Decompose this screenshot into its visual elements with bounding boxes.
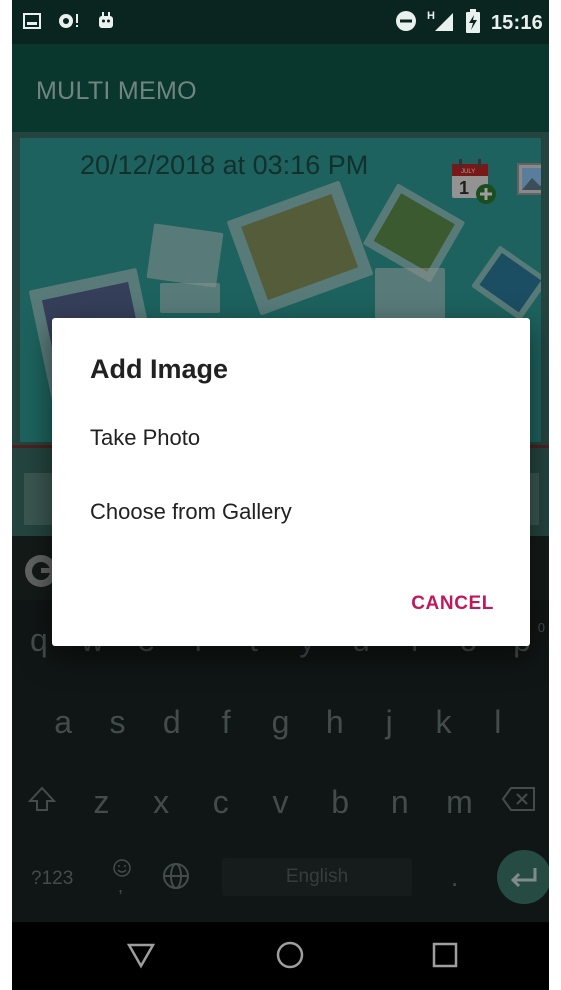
key-z[interactable]: z	[76, 784, 126, 822]
keyboard-bottom-row: ?123 , English .	[12, 850, 549, 916]
key-a[interactable]: a	[38, 704, 88, 741]
back-icon[interactable]	[126, 940, 156, 970]
app-title: MULTI MEMO	[36, 77, 197, 105]
key-g[interactable]: g	[255, 704, 305, 741]
add-image-dialog: Add Image Take Photo Choose from Gallery…	[52, 318, 530, 646]
keyboard-row-2: a s d f g h j k l	[12, 704, 549, 741]
key-b[interactable]: b	[315, 784, 365, 822]
collage-photo	[160, 283, 220, 313]
key-k[interactable]: k	[418, 704, 468, 741]
shift-icon[interactable]	[17, 784, 67, 822]
key-f[interactable]: f	[201, 704, 251, 741]
enter-key[interactable]	[497, 850, 549, 904]
phone-screen: H 15:16 MULTI MEMO 20/12/2018 at 03:16 P…	[12, 0, 549, 990]
space-bar[interactable]: English	[222, 858, 412, 896]
choose-from-gallery-option[interactable]: Choose from Gallery	[90, 499, 292, 525]
key-v[interactable]: v	[255, 784, 305, 822]
collage-photo	[471, 245, 541, 321]
add-date-calendar-icon[interactable]: JULY 1	[450, 158, 498, 206]
sync-notification-icon	[56, 11, 82, 36]
key-n[interactable]: n	[375, 784, 425, 822]
status-bar: H 15:16	[12, 0, 549, 44]
recents-icon[interactable]	[430, 940, 460, 970]
comma-key: ,	[118, 876, 124, 896]
home-icon[interactable]	[275, 940, 305, 970]
signal-icon: H	[427, 9, 455, 38]
gallery-notification-icon	[22, 11, 42, 36]
navigation-bar	[12, 922, 549, 990]
collage-photo	[226, 180, 374, 316]
backspace-icon[interactable]	[494, 784, 544, 822]
key-x[interactable]: x	[136, 784, 186, 822]
cancel-button[interactable]: CANCEL	[411, 593, 494, 615]
calendar-day: 1	[459, 178, 469, 198]
take-photo-option[interactable]: Take Photo	[90, 425, 200, 451]
battery-charging-icon	[465, 9, 481, 38]
symbols-key[interactable]: ?123	[31, 868, 73, 890]
memo-date: 20/12/2018 at 03:16 PM	[80, 150, 369, 180]
enter-arrow-icon	[510, 868, 537, 888]
key-j[interactable]: j	[364, 704, 414, 741]
period-key[interactable]: .	[451, 862, 458, 893]
app-bar: MULTI MEMO	[12, 44, 549, 132]
globe-icon[interactable]	[162, 862, 196, 896]
key-s[interactable]: s	[92, 704, 142, 741]
emoji-key[interactable]: ,	[104, 856, 144, 906]
calendar-month: JULY	[461, 169, 475, 175]
key-l[interactable]: l	[473, 704, 523, 741]
status-time: 15:16	[490, 12, 543, 34]
key-p-hint: 0	[537, 620, 545, 635]
add-image-icon[interactable]	[516, 158, 541, 206]
key-m[interactable]: m	[434, 784, 484, 822]
do-not-disturb-icon	[395, 10, 417, 37]
key-c[interactable]: c	[196, 784, 246, 822]
collage-photo	[146, 223, 224, 288]
android-debug-icon	[96, 11, 116, 36]
key-d[interactable]: d	[147, 704, 197, 741]
dialog-title: Add Image	[90, 354, 229, 384]
key-h[interactable]: h	[310, 704, 360, 741]
network-type-label: H	[427, 10, 435, 22]
keyboard-row-3: z x c v b n m	[12, 784, 549, 822]
emoji-icon	[113, 859, 131, 877]
